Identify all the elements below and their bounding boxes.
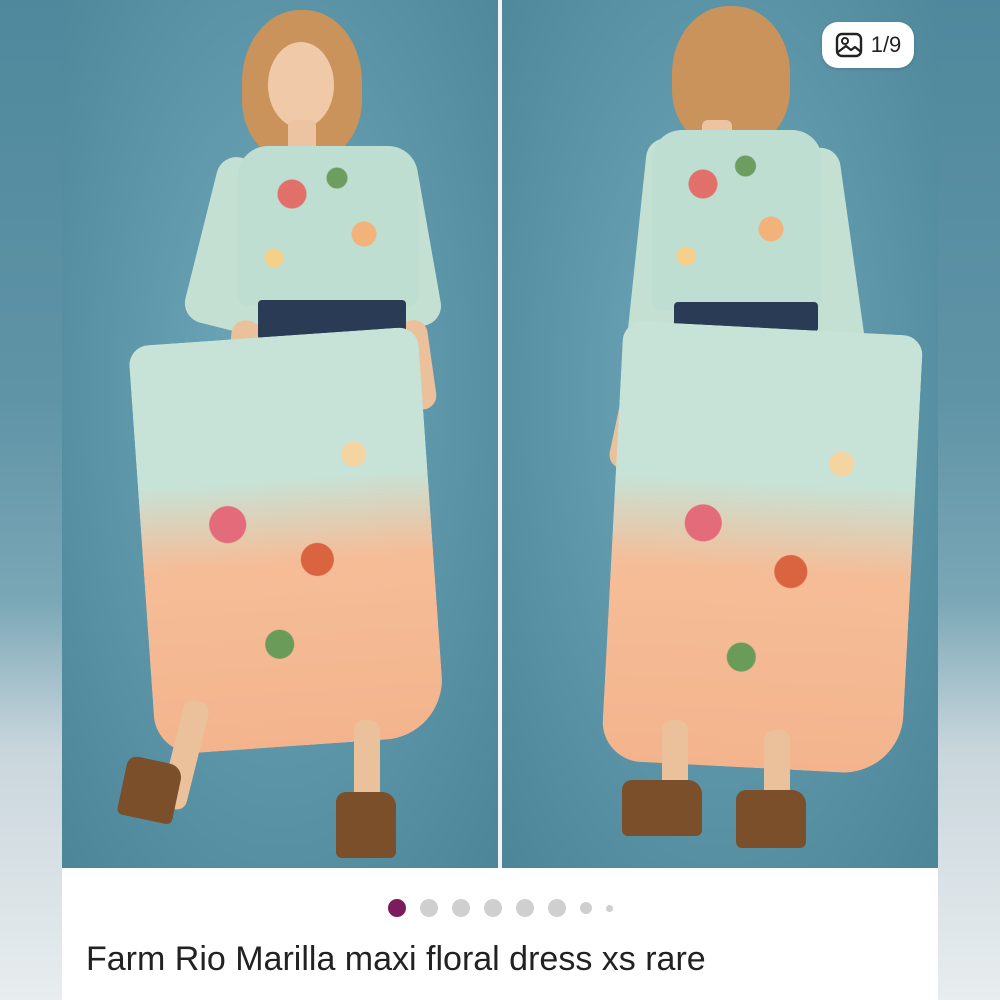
model-shoe-right — [336, 792, 396, 858]
dress-bodice — [652, 130, 822, 310]
image-counter-badge: 1/9 — [822, 22, 914, 68]
listing-card: 1/9 Farm Rio Marilla maxi floral dress x… — [62, 0, 938, 1000]
model-shoe-left — [116, 754, 184, 826]
dress-skirt — [600, 320, 924, 776]
pagination-dot-2[interactable] — [419, 899, 438, 917]
photo-front-view — [62, 0, 498, 868]
pagination-dot-4[interactable] — [483, 899, 502, 917]
listing-title: Farm Rio Marilla maxi floral dress xs ra… — [86, 940, 706, 978]
dress-skirt — [128, 326, 446, 756]
photo-back-view — [502, 0, 938, 868]
product-photo[interactable]: 1/9 — [62, 0, 938, 868]
model-face — [268, 42, 334, 128]
pagination-dot-7[interactable] — [579, 902, 592, 914]
pagination-dot-3[interactable] — [451, 899, 470, 917]
gallery-pagination — [62, 896, 938, 920]
dress-bodice — [238, 146, 418, 306]
pagination-dot-5[interactable] — [515, 899, 534, 917]
model-shoe-right — [736, 790, 806, 848]
image-counter-text: 1/9 — [870, 32, 902, 57]
model-shoe-left — [622, 780, 702, 836]
image-icon — [835, 32, 863, 58]
pagination-dot-1[interactable] — [387, 899, 406, 917]
pagination-dot-8[interactable] — [605, 904, 613, 912]
pagination-dot-6[interactable] — [547, 899, 566, 917]
